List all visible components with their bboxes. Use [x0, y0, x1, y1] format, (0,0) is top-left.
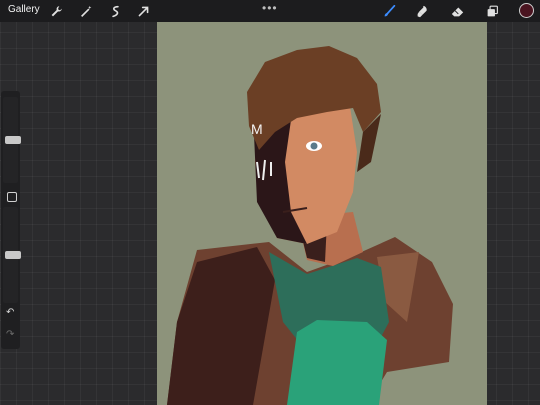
wrench-icon[interactable]	[48, 3, 64, 19]
transform-arrow-icon[interactable]	[135, 3, 151, 19]
shirt-highlight	[287, 320, 387, 405]
brush-size-slider[interactable]	[3, 97, 21, 183]
gallery-button[interactable]: Gallery	[8, 4, 40, 15]
eraser-icon[interactable]	[449, 3, 465, 19]
face-paint-letter: M	[251, 121, 263, 137]
smudge-icon[interactable]	[414, 3, 430, 19]
opacity-slider[interactable]	[3, 207, 21, 303]
undo-icon[interactable]: ↶	[6, 307, 14, 318]
magic-wand-icon[interactable]	[78, 3, 94, 19]
brush-icon[interactable]	[381, 3, 397, 19]
brush-size-slider-handle[interactable]	[5, 136, 21, 144]
selection-icon[interactable]	[107, 3, 123, 19]
redo-icon[interactable]: ↷	[6, 329, 14, 340]
top-toolbar: Gallery •••	[0, 0, 540, 22]
artwork: M	[167, 46, 453, 405]
layers-icon[interactable]	[484, 3, 500, 19]
opacity-slider-handle[interactable]	[5, 251, 21, 259]
modify-button[interactable]	[7, 192, 17, 202]
more-options-button[interactable]: •••	[262, 1, 278, 15]
left-sidebar: ↶ ↷	[1, 91, 21, 349]
drawing-canvas[interactable]: M	[157, 22, 487, 405]
color-picker-button[interactable]	[519, 3, 534, 18]
